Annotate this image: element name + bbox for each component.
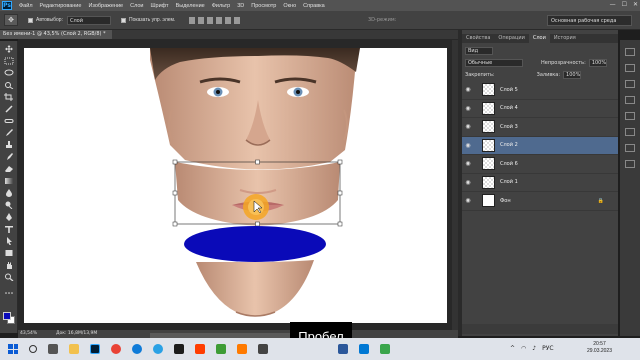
blend-mode-dropdown[interactable]: Обычные: [465, 58, 523, 67]
layer-name[interactable]: Слой 6: [500, 161, 518, 167]
layer-name[interactable]: Слой 5: [500, 87, 518, 93]
panel-tabs: Свойства Операции Слои История: [462, 34, 618, 43]
layer-row[interactable]: ◉ Слой 6: [462, 155, 618, 174]
document-size: Док: 16,8М/13,9М: [56, 331, 98, 336]
tab-actions[interactable]: Операции: [494, 34, 528, 43]
layer-row[interactable]: ◉ Слой 3: [462, 118, 618, 137]
visibility-eye-icon[interactable]: ◉: [462, 197, 474, 204]
layer-name[interactable]: Фон: [500, 198, 511, 204]
layer-thumbnail: [482, 194, 495, 208]
word-icon[interactable]: [338, 344, 348, 354]
panel-icon[interactable]: [625, 48, 635, 56]
layer-name[interactable]: Слой 2: [500, 142, 518, 148]
blue-ellipse-shape[interactable]: [184, 226, 326, 262]
zoom-level[interactable]: 43,54%: [20, 331, 37, 336]
visibility-eye-icon[interactable]: ◉: [462, 86, 474, 93]
layers-list: ◉ Слой 5 ◉ Слой 4 ◉ Слой 3 ◉ Слой 2 ◉ Слой 6 ◉ Слой…: [462, 81, 618, 211]
tab-history[interactable]: История: [550, 34, 580, 43]
layer-row[interactable]: ◉ Слой 1: [462, 174, 618, 192]
visibility-eye-icon[interactable]: ◉: [462, 105, 474, 112]
panel-icon[interactable]: [625, 80, 635, 88]
layer-name[interactable]: Слой 3: [500, 124, 518, 130]
layer-name[interactable]: Слой 4: [500, 105, 518, 111]
app-icon[interactable]: [174, 344, 184, 354]
layer-thumbnail: [482, 157, 495, 171]
visibility-eye-icon[interactable]: ◉: [462, 142, 474, 149]
layer-row[interactable]: ◉ Слой 4: [462, 100, 618, 118]
volume-icon[interactable]: ♪: [532, 345, 536, 352]
clock-date: 29.03.2023: [586, 348, 612, 354]
edge-icon[interactable]: [132, 344, 142, 354]
fill-input[interactable]: 100%: [563, 70, 582, 79]
clock-time: 20:57: [593, 341, 606, 347]
panel-icon[interactable]: [625, 96, 635, 104]
app-green2-icon[interactable]: [380, 344, 390, 354]
tab-properties[interactable]: Свойства: [462, 34, 494, 43]
telegram-icon[interactable]: [153, 344, 163, 354]
layer-thumbnail: [482, 138, 495, 152]
layers-panel-footer: [462, 324, 618, 334]
visibility-eye-icon[interactable]: ◉: [462, 179, 474, 186]
opacity-input[interactable]: 100%: [588, 58, 607, 67]
tab-layers[interactable]: Слои: [528, 34, 550, 43]
wifi-icon[interactable]: ◠: [521, 345, 526, 352]
task-view-icon[interactable]: [48, 344, 58, 354]
app-blue-icon[interactable]: [359, 344, 369, 354]
lock-row: Закрепить: Заливка: 100%: [465, 70, 615, 79]
fill-label: Заливка:: [536, 71, 561, 78]
face-slice-top[interactable]: [150, 48, 360, 170]
clock[interactable]: 20:57 29.03.2023: [587, 341, 612, 355]
opacity-label: Непрозрачность:: [541, 59, 586, 66]
panel-icon[interactable]: [625, 144, 635, 152]
layer-name[interactable]: Слой 1: [500, 179, 518, 185]
layer-filter-row: Вид: [465, 46, 493, 55]
lock-label: Закрепить:: [465, 71, 495, 78]
cursor-highlight: [243, 194, 269, 220]
layer-row[interactable]: ◉ Слой 2: [462, 136, 618, 155]
panel-icon[interactable]: [625, 112, 635, 120]
search-icon[interactable]: [29, 345, 37, 353]
layer-thumbnail: [482, 175, 495, 189]
chevron-up-icon[interactable]: ^: [510, 345, 515, 352]
layer-thumbnail: [482, 83, 495, 97]
app-dark-icon[interactable]: [258, 344, 268, 354]
face-slice-chin[interactable]: [196, 260, 314, 317]
layer-row[interactable]: ◉ Фон 🔒: [462, 192, 618, 211]
app-green-icon[interactable]: [216, 344, 226, 354]
visibility-eye-icon[interactable]: ◉: [462, 160, 474, 167]
panel-icon[interactable]: [625, 160, 635, 168]
panel-icon[interactable]: [625, 64, 635, 72]
app-orange-icon[interactable]: [237, 344, 247, 354]
layers-panel: Свойства Операции Слои История Вид Обычн…: [462, 30, 618, 336]
file-explorer-icon[interactable]: [69, 344, 79, 354]
layer-row[interactable]: ◉ Слой 5: [462, 81, 618, 100]
illustrator-icon[interactable]: [195, 344, 205, 354]
system-tray: ^ ◠ ♪ РУС: [510, 345, 554, 352]
blend-row: Обычные Непрозрачность: 100%: [465, 58, 615, 67]
layer-kind-filter[interactable]: Вид: [465, 46, 493, 55]
chrome-icon[interactable]: [111, 344, 121, 354]
windows-start-icon[interactable]: [8, 344, 18, 354]
photoshop-taskbar-icon[interactable]: [90, 344, 100, 354]
panel-icon[interactable]: [625, 128, 635, 136]
collapsed-panels-strip: [620, 40, 640, 336]
layer-thumbnail: [482, 101, 495, 115]
lock-icon: 🔒: [597, 197, 604, 204]
layer-thumbnail: [482, 120, 495, 134]
visibility-eye-icon[interactable]: ◉: [462, 123, 474, 130]
language-indicator[interactable]: РУС: [542, 345, 553, 352]
